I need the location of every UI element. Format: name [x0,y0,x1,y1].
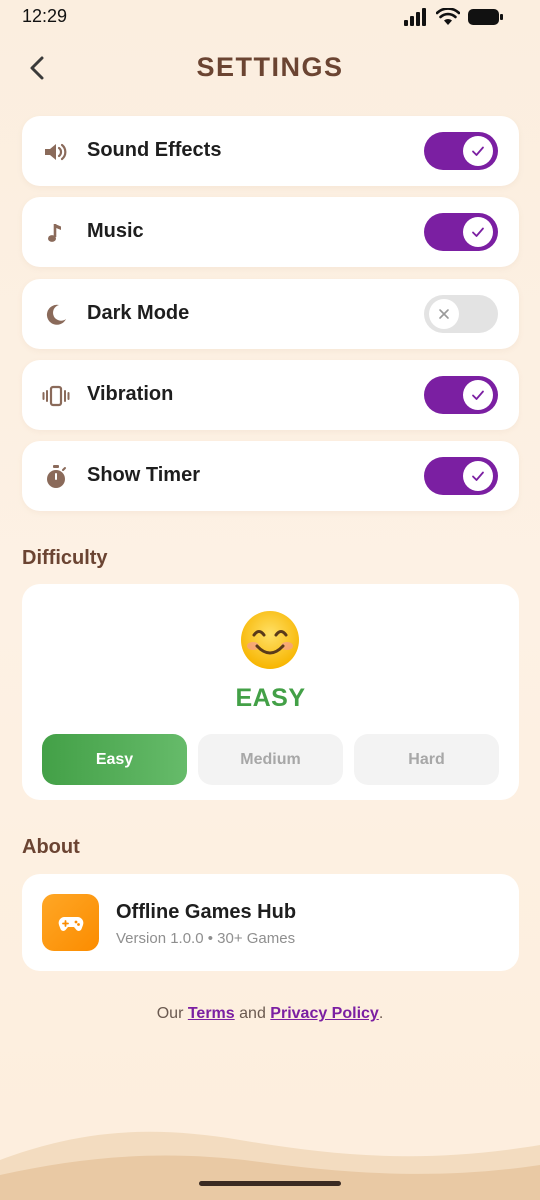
setting-label: Dark Mode [87,302,190,324]
music-note-icon [48,224,61,242]
footer-prefix: Our [156,1005,184,1022]
setting-row-vibration: Vibration [22,360,519,430]
vibration-toggle[interactable] [424,376,498,414]
setting-row-music: Music [22,197,519,267]
decorative-waves [0,1131,540,1200]
vibration-icon [42,385,70,407]
check-icon [472,146,484,156]
show-timer-toggle[interactable] [424,457,498,495]
check-icon [472,227,484,237]
app-icon [42,894,99,951]
setting-row-dark-mode: Dark Mode [22,279,519,349]
privacy-policy-link[interactable]: Privacy Policy [270,1005,379,1022]
status-bar: 12:29 [0,0,540,34]
header: SETTINGS [0,40,540,96]
setting-label: Vibration [87,383,174,405]
setting-row-sound-effects: Sound Effects [22,116,519,186]
page-title: SETTINGS [196,52,344,82]
moon-icon [46,304,66,325]
about-section-title: About [22,836,80,858]
setting-row-show-timer: Show Timer [22,441,519,511]
about-card: Offline Games Hub Version 1.0.0 • 30+ Ga… [22,874,519,971]
footer-and: and [239,1005,266,1022]
difficulty-easy-button[interactable]: Easy [42,734,187,785]
footer-suffix: . [378,1005,384,1022]
setting-label: Sound Effects [87,139,222,161]
status-time: 12:29 [22,6,68,26]
speaker-icon [45,143,67,161]
battery-icon [468,9,503,25]
toggle-knob [463,136,493,166]
app-version: Version 1.0.0 • 30+ Games [116,930,296,947]
setting-label: Show Timer [87,464,200,486]
difficulty-section-title: Difficulty [22,547,108,569]
check-icon [472,390,484,400]
toggle-knob [463,461,493,491]
difficulty-hard-button[interactable]: Hard [354,734,499,785]
toggle-knob [463,380,493,410]
music-toggle[interactable] [424,213,498,251]
setting-label: Music [87,220,144,242]
footer-legal-text: Our Terms and Privacy Policy. [0,1005,540,1023]
toggle-knob [463,217,493,247]
check-icon [472,471,484,481]
home-indicator [199,1181,341,1186]
app-name: Offline Games Hub [116,901,297,923]
gamepad-icon [58,916,83,931]
wifi-icon [436,8,460,25]
difficulty-medium-button[interactable]: Medium [198,734,343,785]
terms-link[interactable]: Terms [188,1005,235,1022]
status-icons [404,8,504,26]
difficulty-card: EASY Easy Medium Hard [22,584,519,800]
toggle-knob [429,299,459,329]
difficulty-current-level: EASY [235,684,306,712]
dark-mode-toggle[interactable] [424,295,498,333]
close-icon [439,309,449,319]
signal-icon [404,8,426,26]
sound-effects-toggle[interactable] [424,132,498,170]
smiling-face-icon [241,611,299,669]
stopwatch-icon [47,465,66,488]
